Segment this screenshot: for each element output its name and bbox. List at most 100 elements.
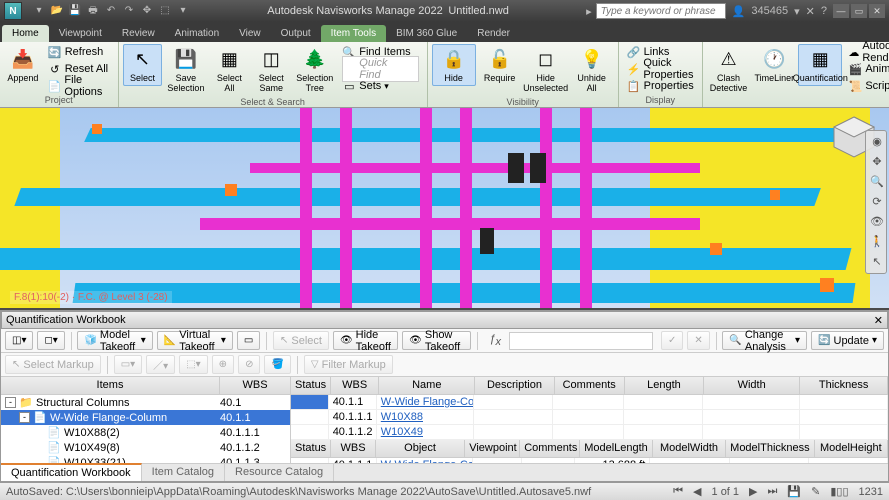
items-column-header[interactable]: Items: [1, 377, 220, 394]
tab-output[interactable]: Output: [271, 25, 321, 42]
exchange-icon[interactable]: ✕: [806, 5, 815, 18]
virtual-takeoff-button[interactable]: 📐Virtual Takeoff▾: [157, 331, 233, 350]
select-tool-icon[interactable]: ↖: [868, 253, 886, 271]
selection-tree-button[interactable]: 🌲Selection Tree: [293, 44, 336, 96]
tab-quant-workbook[interactable]: Quantification Workbook: [1, 463, 142, 481]
scripter-button[interactable]: 📜Scripter: [844, 78, 889, 94]
select-same-button[interactable]: ◫Select Same: [251, 44, 291, 96]
zoom-tool-icon[interactable]: 🔍: [868, 173, 886, 191]
unhide-all-button[interactable]: 💡Unhide All: [570, 44, 614, 96]
change-analysis-button[interactable]: 🔍Change Analysis▾: [722, 331, 807, 350]
formula-input[interactable]: [509, 332, 653, 350]
sheet-prev-icon[interactable]: ◀: [693, 485, 701, 498]
grid-header-cell[interactable]: ModelThickness: [726, 440, 814, 457]
grid-header-cell[interactable]: Status: [291, 377, 331, 394]
grid-header-cell[interactable]: Comments: [520, 440, 580, 457]
qat-more-icon[interactable]: ▾: [176, 4, 190, 18]
update-button[interactable]: 🔄Update▾: [811, 331, 884, 350]
expand-icon[interactable]: -: [19, 412, 30, 423]
user-dropdown-icon[interactable]: ▾: [794, 5, 800, 18]
sheet-next-icon[interactable]: ▶: [749, 485, 757, 498]
show-takeoff-button[interactable]: 👁Show Takeoff: [402, 331, 471, 350]
help-icon[interactable]: ?: [821, 5, 827, 17]
tree-row[interactable]: 📄W10X33(21)40.1.1.3: [1, 455, 290, 463]
items-grid[interactable]: StatusWBSNameDescriptionCommentsLengthWi…: [291, 377, 888, 440]
grid-header-cell[interactable]: Viewpoint: [465, 440, 520, 457]
quantification-button[interactable]: ▦Quantification: [798, 44, 842, 86]
filter-markup-button[interactable]: ▽ Filter Markup: [304, 355, 393, 374]
quick-properties-button[interactable]: ⚡Quick Properties: [623, 61, 698, 77]
sheet-first-icon[interactable]: ⏮: [673, 485, 683, 498]
formula-cancel-button[interactable]: ✕: [687, 331, 709, 350]
qat-save-icon[interactable]: 💾: [68, 4, 82, 18]
sets-button[interactable]: ▭Sets ▾: [338, 78, 422, 94]
wbs-column-header[interactable]: WBS: [220, 377, 290, 394]
name-link[interactable]: W10X88: [377, 410, 474, 424]
sheet-last-icon[interactable]: ⏭: [768, 485, 778, 498]
rect-markup-button[interactable]: ▭▾: [114, 355, 142, 374]
grid-header-cell[interactable]: Object: [376, 440, 465, 457]
panel-close-icon[interactable]: ✕: [874, 314, 883, 327]
refresh-button[interactable]: 🔄Refresh: [44, 44, 114, 60]
qat-undo-icon[interactable]: ↶: [104, 4, 118, 18]
select-group-title[interactable]: Select & Search: [123, 96, 423, 108]
grid-header-cell[interactable]: Length: [625, 377, 704, 394]
grid-header-cell[interactable]: WBS: [331, 377, 379, 394]
qat-new-icon[interactable]: ▾: [32, 4, 46, 18]
minimize-button[interactable]: —: [833, 4, 849, 18]
qat-print-icon[interactable]: 🖶: [86, 4, 100, 18]
line-markup-button[interactable]: ／▾: [146, 355, 175, 374]
walk-tool-icon[interactable]: 🚶: [868, 233, 886, 251]
tree-row[interactable]: -📄W-Wide Flange-Column40.1.1: [1, 410, 290, 425]
grid-header-cell[interactable]: Description: [475, 377, 554, 394]
bucket-markup-button[interactable]: 🪣: [264, 355, 290, 374]
maximize-button[interactable]: ▭: [851, 4, 867, 18]
project-group-title[interactable]: Project: [4, 94, 114, 106]
timeliner-button[interactable]: 🕐TimeLiner: [752, 44, 796, 86]
tab-viewpoint[interactable]: Viewpoint: [49, 25, 112, 42]
qat-redo-icon[interactable]: ↷: [122, 4, 136, 18]
properties-button[interactable]: 📋Properties: [623, 78, 698, 94]
tree-row[interactable]: 📄W10X49(8)40.1.1.2: [1, 440, 290, 455]
select-takeoff-button[interactable]: ↖Select: [273, 331, 329, 350]
tab-bim360[interactable]: BIM 360 Glue: [386, 25, 467, 42]
grid-header-cell[interactable]: Width: [704, 377, 800, 394]
formula-accept-button[interactable]: ✓: [661, 331, 683, 350]
user-name[interactable]: 345465: [751, 5, 788, 17]
grid-header-cell[interactable]: Status: [291, 440, 331, 457]
items-tree[interactable]: -📁Structural Columns40.1-📄W-Wide Flange-…: [1, 395, 290, 463]
select-all-button[interactable]: ▦Select All: [209, 44, 249, 96]
grid-header-cell[interactable]: Name: [379, 377, 475, 394]
grid-header-cell[interactable]: Thickness: [800, 377, 888, 394]
tree-row[interactable]: 📄W10X88(2)40.1.1.1: [1, 425, 290, 440]
close-button[interactable]: ✕: [869, 4, 885, 18]
tab-home[interactable]: Home: [2, 25, 49, 42]
tab-review[interactable]: Review: [112, 25, 165, 42]
save-selection-button[interactable]: 💾Save Selection: [164, 44, 207, 96]
tree-row[interactable]: -📁Structural Columns40.1: [1, 395, 290, 410]
tab-resource-catalog[interactable]: Resource Catalog: [225, 464, 334, 481]
search-chevron-icon[interactable]: ▸: [586, 5, 592, 18]
qat-select-icon[interactable]: ⬚: [158, 4, 172, 18]
tab-view[interactable]: View: [229, 25, 271, 42]
append-button[interactable]: 📥Append: [4, 44, 42, 86]
tab-render[interactable]: Render: [467, 25, 520, 42]
look-tool-icon[interactable]: 👁: [868, 213, 886, 231]
3d-viewport[interactable]: F.8(1):10(-2) · F.C. @ Level 3 (-28): [0, 108, 889, 308]
qat-pan-icon[interactable]: ✥: [140, 4, 154, 18]
grid-row[interactable]: 40.1.1.2W10X49: [291, 425, 888, 440]
name-link[interactable]: W10X49: [377, 425, 474, 439]
hide-button[interactable]: 🔒Hide: [432, 44, 476, 86]
grid-header-cell[interactable]: ModelWidth: [653, 440, 726, 457]
signin-icon[interactable]: 👤: [732, 5, 746, 18]
keyword-search-input[interactable]: [596, 3, 726, 19]
tab-item-catalog[interactable]: Item Catalog: [142, 464, 225, 481]
grid-row[interactable]: 40.1.1W-Wide Flange-Column: [291, 395, 888, 410]
tab-item-tools[interactable]: Item Tools: [321, 25, 386, 42]
qcount-markup-button[interactable]: ⊘: [238, 355, 260, 374]
quick-find-input[interactable]: Quick Find: [338, 61, 422, 77]
orbit-tool-icon[interactable]: ⟳: [868, 193, 886, 211]
hide-unselected-button[interactable]: ◻Hide Unselected: [524, 44, 568, 96]
model-takeoff-button[interactable]: 🧊Model Takeoff▾: [77, 331, 152, 350]
file-options-button[interactable]: 📄File Options: [44, 78, 114, 94]
